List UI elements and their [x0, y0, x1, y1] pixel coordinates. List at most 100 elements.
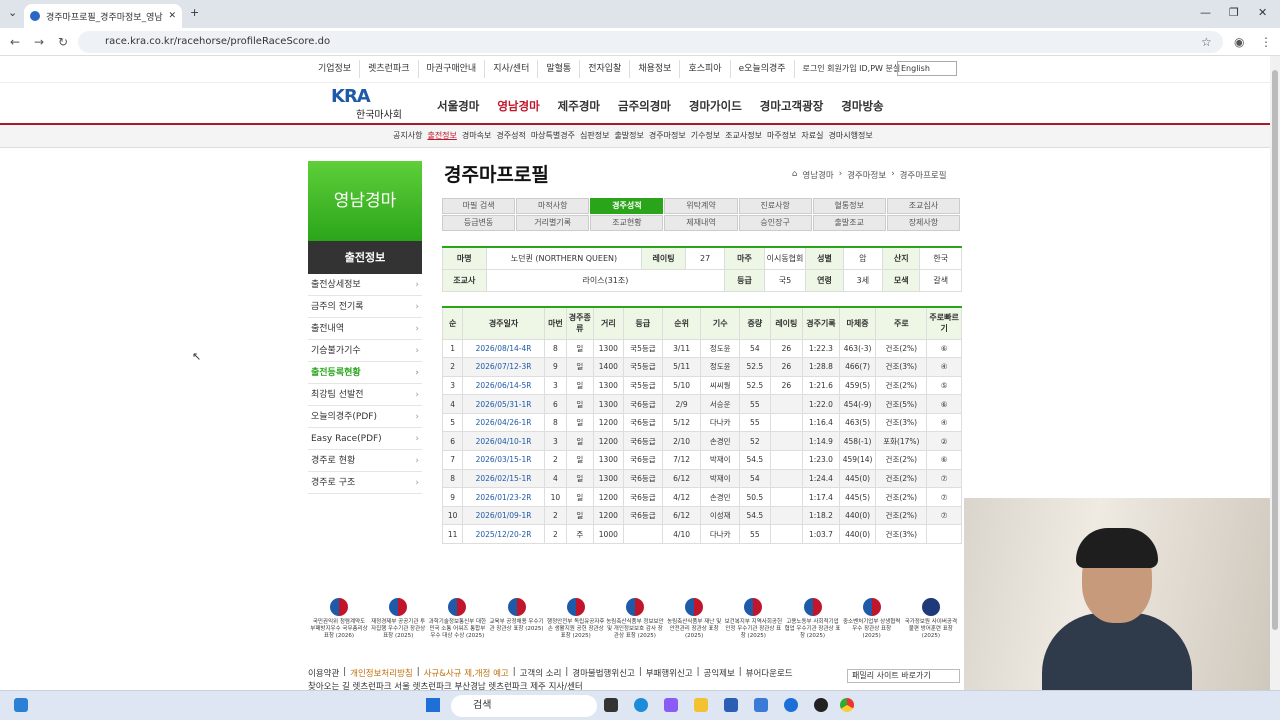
race-date-link[interactable]: 2026/03/15-1R — [462, 450, 545, 470]
sidebar-item[interactable]: 출전내역 — [308, 318, 422, 340]
gnb-seoul[interactable]: 서울경마 — [437, 98, 479, 114]
util-link[interactable]: 말혈통 — [538, 60, 581, 78]
tab-gear[interactable]: 승인장구 — [738, 215, 812, 231]
util-link[interactable]: 마권구매안내 — [419, 60, 486, 78]
close-icon[interactable]: ✕ — [168, 11, 176, 21]
subnav-item[interactable]: 공지사항 — [393, 130, 422, 141]
footer-link[interactable]: 고객의 소리 — [520, 667, 562, 679]
race-date-link[interactable]: 2026/07/12-3R — [462, 357, 545, 377]
subnav-item[interactable]: 경마속보 — [462, 130, 491, 141]
browser-tab[interactable]: 경주마프로필_경주마정보_영남 ✕ — [24, 4, 182, 28]
footer-link[interactable]: 공익제보 — [704, 667, 735, 679]
gnb-yeongnam[interactable]: 영남경마 — [497, 98, 539, 114]
footer-link[interactable]: 뷰어다운로드 — [746, 667, 793, 679]
subnav-item[interactable]: 심판정보 — [580, 130, 609, 141]
sidebar-item[interactable]: 기승불가기수 — [308, 340, 422, 362]
subnav-item[interactable]: 경마시행정보 — [829, 130, 873, 141]
award-logo[interactable]: 과학기술정보통신부 대한민국 소통 어워즈 통합부 우수 대상 수상 (2025… — [428, 598, 486, 640]
subnav-item[interactable]: 마주정보 — [767, 130, 796, 141]
sidebar-item[interactable]: 출전상세정보 — [308, 274, 422, 296]
race-date-link[interactable]: 2026/04/26-1R — [462, 412, 545, 433]
scrollbar-thumb[interactable] — [1272, 70, 1278, 630]
subnav-item[interactable]: 마상특별경주 — [531, 130, 575, 141]
tab-training-exam[interactable]: 조교심사 — [886, 198, 960, 214]
mail-icon[interactable] — [754, 698, 768, 712]
subnav-item[interactable]: 경주성적 — [496, 130, 525, 141]
sidebar-item-active[interactable]: 출전등록현황 — [308, 362, 422, 384]
gnb-broadcast[interactable]: 경마방송 — [841, 98, 883, 114]
tab-search-icon[interactable]: ⌄ — [8, 6, 17, 19]
trainer-value[interactable]: 라이스(31조) — [485, 268, 726, 292]
subnav-item-active[interactable]: 출전정보 — [427, 130, 456, 141]
award-logo[interactable]: 교육부 공정채용 우수기관 장관상 표창 (2025) — [488, 598, 546, 640]
task-view-icon[interactable] — [604, 698, 618, 712]
award-logo[interactable]: 고용노동부 사회적기업 협업 우수기관 장관상 표창 (2025) — [784, 598, 842, 640]
race-date-link[interactable]: 2025/12/20-2R — [462, 524, 545, 545]
tab-distance[interactable]: 거리별기록 — [516, 215, 590, 231]
language-select[interactable]: English — [897, 61, 957, 76]
tab-training-status[interactable]: 조교현황 — [590, 215, 664, 231]
gnb-this-week[interactable]: 금주의경마 — [618, 98, 671, 114]
util-link[interactable]: 호스피아 — [680, 60, 731, 78]
util-link[interactable]: 기업정보 — [310, 60, 361, 78]
util-link[interactable]: 전자입찰 — [580, 60, 631, 78]
restore-icon[interactable]: ❐ — [1229, 6, 1239, 19]
gnb-customer[interactable]: 경마고객광장 — [760, 98, 823, 114]
bookmark-star-icon[interactable]: ☆ — [1201, 35, 1212, 49]
award-logo[interactable]: 국민권익위 청렴계약도 부패방지우수 국무총리상 표창 (2026) — [310, 598, 368, 640]
page-scrollbar[interactable] — [1270, 56, 1280, 690]
minimize-icon[interactable]: — — [1200, 6, 1211, 19]
file-explorer-icon[interactable] — [694, 698, 708, 712]
forward-icon[interactable]: → — [34, 35, 44, 49]
footer-link[interactable]: 부패행위신고 — [646, 667, 693, 679]
subnav-item[interactable]: 경주마정보 — [649, 130, 686, 141]
breadcrumb-item[interactable]: 영남경마 — [802, 169, 833, 181]
tab-shoeing[interactable]: 장제사항 — [886, 215, 960, 231]
kra-logo[interactable]: KRA 한국마사회 — [331, 86, 411, 122]
award-logo[interactable]: 농림축산식품부 정보보안 및 개인정보보호 감사 장관상 표창 (2025) — [606, 598, 664, 640]
family-site-select[interactable]: 패밀리 사이트 바로가기 — [847, 669, 960, 683]
tab-registry[interactable]: 마적사항 — [516, 198, 590, 214]
race-date-link[interactable]: 2026/08/14-4R — [462, 338, 545, 359]
gnb-guide[interactable]: 경마가이드 — [689, 98, 742, 114]
util-link[interactable]: 렛츠런파크 — [360, 60, 419, 78]
new-tab-icon[interactable]: + — [190, 6, 199, 19]
race-date-link[interactable]: 2026/02/15-1R — [462, 468, 545, 489]
tab-pedigree[interactable]: 혈통정보 — [812, 198, 886, 214]
window-close-icon[interactable]: ✕ — [1258, 6, 1267, 19]
subnav-item[interactable]: 조교사정보 — [725, 130, 762, 141]
sidebar-item[interactable]: 경주로 현황 — [308, 450, 422, 472]
subnav-item[interactable]: 출발정보 — [614, 130, 643, 141]
reload-icon[interactable]: ↻ — [58, 35, 68, 49]
menu-kebab-icon[interactable]: ⋮ — [1260, 35, 1272, 49]
footer-link[interactable]: 경마불법행위신고 — [572, 667, 635, 679]
award-logo[interactable]: 국가정보원 사이버공격 불편 방어훈련 표창 (2025) — [902, 598, 960, 640]
breadcrumb-item[interactable]: 경주마정보 — [847, 169, 886, 181]
back-icon[interactable]: ← — [10, 35, 20, 49]
race-date-link[interactable]: 2026/04/10-1R — [462, 431, 545, 452]
sidebar-item[interactable]: Easy Race(PDF) — [308, 428, 422, 450]
tab-contract[interactable]: 위탁계약 — [664, 198, 738, 214]
race-date-link[interactable]: 2026/01/23-2R — [462, 487, 545, 507]
sidebar-item[interactable]: 최강팀 선발전 — [308, 384, 422, 406]
award-logo[interactable]: 중소벤처기업부 상생협력 우수 장관상 표창 (2025) — [843, 598, 901, 640]
race-date-link[interactable]: 2026/06/14-5R — [462, 375, 545, 396]
award-logo[interactable]: 농림축산식품부 재난 및 안전관리 장관상 표창 (2025) — [665, 598, 723, 640]
url-field[interactable]: race.kra.co.kr/racehorse/profileRaceScor… — [78, 31, 1223, 53]
store-icon[interactable] — [724, 698, 738, 712]
award-logo[interactable]: 재정경제부 공공기관 투자집행 우수기관 장관상 표창 (2025) — [369, 598, 427, 640]
util-link[interactable]: e오늘의경주 — [731, 60, 795, 78]
tab-medical[interactable]: 진료사항 — [738, 198, 812, 214]
gnb-jeju[interactable]: 제주경마 — [558, 98, 600, 114]
tab-horse-search[interactable]: 마필 검색 — [442, 198, 516, 214]
footer-link[interactable]: 이용약관 — [308, 667, 339, 679]
tab-race-results[interactable]: 경주성적 — [590, 198, 664, 214]
edge-icon[interactable] — [634, 698, 648, 712]
sidebar-item[interactable]: 경주로 구조 — [308, 472, 422, 494]
subnav-item[interactable]: 자료실 — [801, 130, 823, 141]
home-icon[interactable]: ⌂ — [792, 169, 797, 181]
sidebar-item[interactable]: 오늘의경주(PDF) — [308, 406, 422, 428]
tab-start-training[interactable]: 출발조교 — [812, 215, 886, 231]
util-link[interactable]: 채용정보 — [630, 60, 681, 78]
start-button-icon[interactable] — [426, 698, 440, 712]
